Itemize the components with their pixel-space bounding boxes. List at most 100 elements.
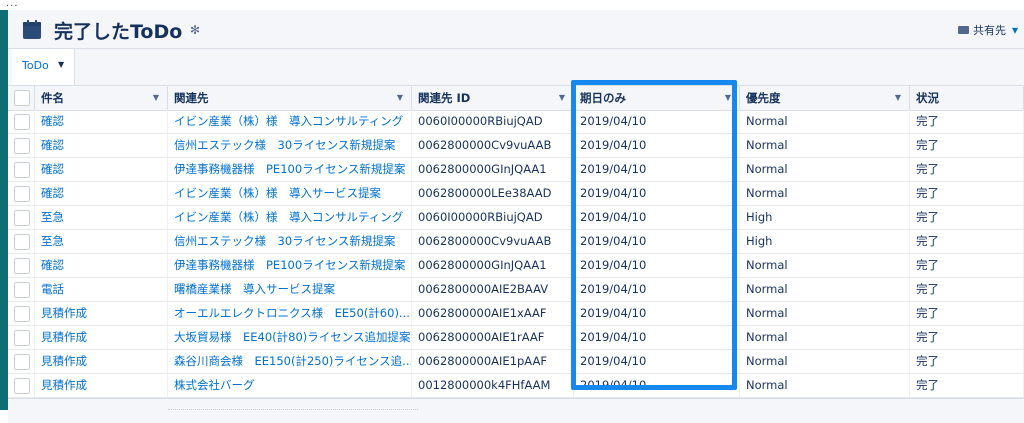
row-checkbox[interactable] — [14, 138, 30, 154]
row-checkbox[interactable] — [14, 234, 30, 250]
related-link[interactable]: 信州エステック様 30ライセンス新規提案 — [168, 230, 412, 253]
related-link[interactable]: 伊達事務機器様 PE100ライセンス新規提案 — [168, 254, 412, 277]
row-checkbox[interactable] — [14, 354, 30, 370]
table-header-row: 件名 ▼ 関連先 ▼ 関連先 ID ▼ 期日のみ ▼ 優先度 ▼ 状況 — [8, 86, 1024, 111]
calendar-icon — [23, 20, 41, 39]
row-checkbox[interactable] — [14, 378, 30, 394]
related-link[interactable]: イビン産業（株）様 導入サービス提案 — [168, 182, 412, 205]
subject-link[interactable]: 見積作成 — [35, 350, 168, 373]
status: 完了 — [910, 230, 1024, 253]
table-row: 見積作成 株式会社バーグ 0012800000k4FHfAAM 2019/04/… — [8, 374, 1024, 398]
row-checkbox[interactable] — [14, 210, 30, 226]
subject-link[interactable]: 見積作成 — [35, 302, 168, 325]
column-header-related-id[interactable]: 関連先 ID ▼ — [412, 86, 574, 110]
column-label: 件名 — [41, 91, 64, 105]
related-link[interactable]: 森谷川商会様 EE150(計250)ライセンス追... — [168, 350, 412, 373]
column-label: 状況 — [916, 91, 939, 105]
row-select-cell — [8, 182, 35, 205]
row-checkbox[interactable] — [14, 114, 30, 130]
list-header: 完了したToDo ✻ 共有先 ▾ — [8, 10, 1024, 49]
related-id: 0062800000Cv9vuAAB — [412, 230, 574, 253]
folder-icon — [957, 26, 969, 34]
row-checkbox[interactable] — [14, 162, 30, 178]
share-chevron-icon: ▾ — [1011, 23, 1018, 37]
column-header-status[interactable]: 状況 — [910, 86, 1024, 110]
status: 完了 — [910, 374, 1024, 397]
table-row: 確認 伊達事務機器様 PE100ライセンス新規提案 0062800000GInJ… — [8, 158, 1024, 182]
related-id: 0062800000Cv9vuAAB — [412, 134, 574, 157]
todo-table: 件名 ▼ 関連先 ▼ 関連先 ID ▼ 期日のみ ▼ 優先度 ▼ 状況 確認 イビン産業（… — [8, 86, 1024, 423]
related-link[interactable]: 信州エステック様 30ライセンス新規提案 — [168, 134, 412, 157]
column-header-priority[interactable]: 優先度 ▼ — [740, 86, 910, 110]
select-all-checkbox[interactable] — [14, 90, 30, 106]
subject-link[interactable]: 確認 — [35, 182, 168, 205]
status: 完了 — [910, 326, 1024, 349]
priority: High — [740, 206, 910, 229]
table-row: 確認 イビン産業（株）様 導入サービス提案 0062800000LEe38AAD… — [8, 182, 1024, 206]
related-link[interactable]: 伊達事務機器様 PE100ライセンス新規提案 — [168, 158, 412, 181]
related-id: 0062800000LEe38AAD — [412, 182, 574, 205]
related-link[interactable]: イビン産業（株）様 導入コンサルティング — [168, 110, 412, 133]
related-id: 0060I00000RBiujQAD — [412, 110, 574, 133]
row-select-cell — [8, 278, 35, 301]
left-rail — [0, 10, 8, 410]
related-id: 0062800000AIE1rAAF — [412, 326, 574, 349]
related-link[interactable]: 大坂貿易様 EE40(計80)ライセンス追加提案 — [168, 326, 412, 349]
row-checkbox[interactable] — [14, 306, 30, 322]
related-id: 0062800000AIE1pAAF — [412, 350, 574, 373]
gear-icon[interactable]: ✻ — [190, 23, 200, 37]
related-link[interactable]: 曙橋産業様 導入サービス提案 — [168, 278, 412, 301]
column-menu-icon[interactable]: ▼ — [153, 86, 159, 110]
subject-link[interactable]: 見積作成 — [35, 374, 168, 397]
priority: Normal — [740, 326, 910, 349]
priority: Normal — [740, 134, 910, 157]
subject-link[interactable]: 確認 — [35, 134, 168, 157]
row-select-cell — [8, 134, 35, 157]
related-link[interactable]: 株式会社バーグ — [168, 374, 412, 397]
row-select-cell — [8, 350, 35, 373]
column-menu-icon[interactable]: ▼ — [895, 86, 901, 110]
related-id: 0012800000k4FHfAAM — [412, 374, 574, 397]
table-footer — [8, 398, 1024, 423]
row-select-cell — [8, 302, 35, 325]
subject-link[interactable]: 電話 — [35, 278, 168, 301]
table-row: 見積作成 大坂貿易様 EE40(計80)ライセンス追加提案 0062800000… — [8, 326, 1024, 350]
row-select-cell — [8, 230, 35, 253]
status: 完了 — [910, 278, 1024, 301]
row-checkbox[interactable] — [14, 258, 30, 274]
subject-link[interactable]: 見積作成 — [35, 326, 168, 349]
chevron-down-icon[interactable]: ▼ — [58, 60, 64, 69]
column-label: 関連先 — [174, 91, 209, 105]
priority: Normal — [740, 158, 910, 181]
row-checkbox[interactable] — [14, 330, 30, 346]
row-select-cell — [8, 374, 35, 397]
related-id: 0062800000GInJQAA1 — [412, 254, 574, 277]
share-button[interactable]: 共有先 ▾ — [957, 22, 1018, 38]
table-row: 電話 曙橋産業様 導入サービス提案 0062800000AIE2BAAV 201… — [8, 278, 1024, 302]
subject-link[interactable]: 至急 — [35, 206, 168, 229]
row-checkbox[interactable] — [14, 186, 30, 202]
row-checkbox[interactable] — [14, 282, 30, 298]
priority: Normal — [740, 350, 910, 373]
related-link[interactable]: オーエルエレクトロニクス様 EE50(計60)... — [168, 302, 412, 325]
priority: Normal — [740, 278, 910, 301]
status: 完了 — [910, 206, 1024, 229]
subject-link[interactable]: 確認 — [35, 158, 168, 181]
subject-link[interactable]: 確認 — [35, 254, 168, 277]
status: 完了 — [910, 254, 1024, 277]
row-select-cell — [8, 158, 35, 181]
table-row: 確認 イビン産業（株）様 導入コンサルティング 0060I00000RBiujQ… — [8, 110, 1024, 134]
column-menu-icon[interactable]: ▼ — [397, 86, 403, 110]
column-menu-icon[interactable]: ▼ — [559, 86, 565, 110]
column-header-related[interactable]: 関連先 ▼ — [168, 86, 412, 110]
related-id: 0060I00000RBiujQAD — [412, 206, 574, 229]
row-select-cell — [8, 326, 35, 349]
status: 完了 — [910, 134, 1024, 157]
subject-link[interactable]: 至急 — [35, 230, 168, 253]
tab-todo[interactable]: ToDo ▼ — [12, 49, 75, 85]
related-link[interactable]: イビン産業（株）様 導入コンサルティング — [168, 206, 412, 229]
column-header-subject[interactable]: 件名 ▼ — [35, 86, 168, 110]
top-dots: ... — [6, 0, 19, 9]
subject-link[interactable]: 確認 — [35, 110, 168, 133]
related-id: 0062800000GInJQAA1 — [412, 158, 574, 181]
